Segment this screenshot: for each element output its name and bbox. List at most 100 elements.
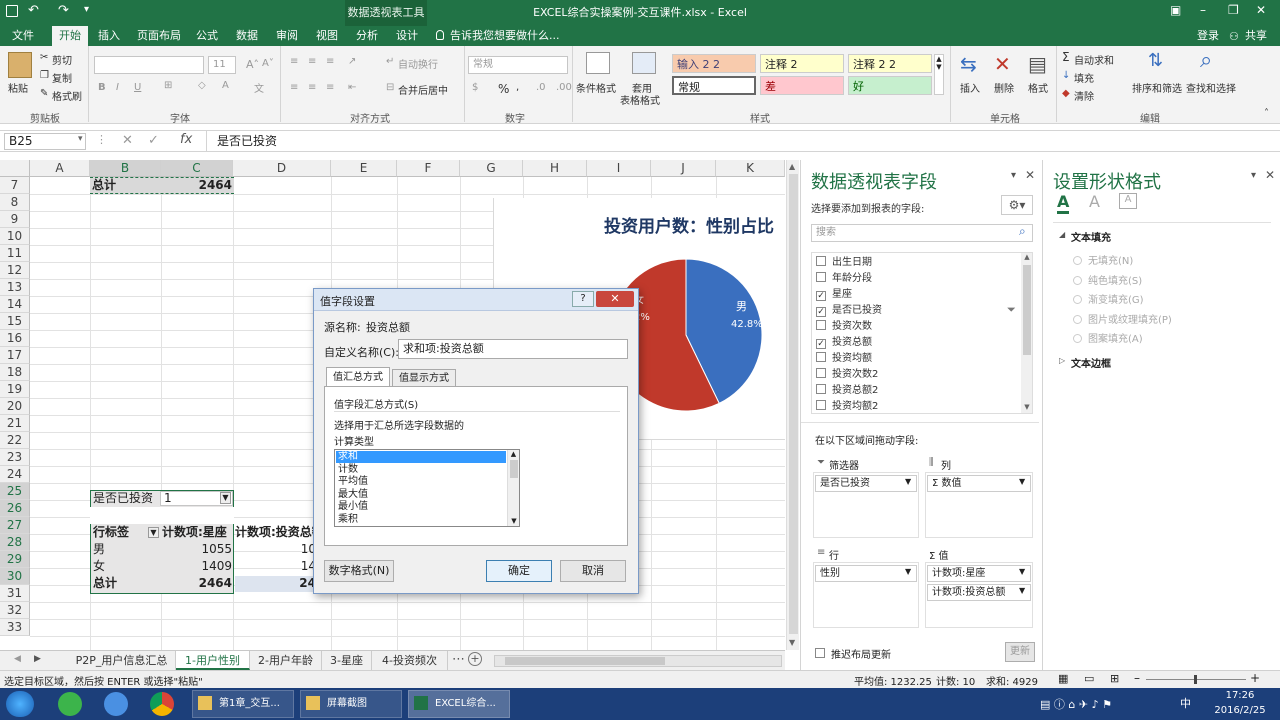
- delete-cells-button[interactable]: 删除: [994, 80, 1014, 95]
- column-header-B[interactable]: B: [90, 160, 161, 177]
- column-header-K[interactable]: K: [716, 160, 785, 177]
- style-input-2-2[interactable]: 输入 2 2: [672, 54, 756, 73]
- tray-icons[interactable]: ▤ ⓘ ⌂ ✈ ♪ ⚑: [1040, 696, 1112, 712]
- orientation-icon[interactable]: ↗: [348, 56, 356, 67]
- custom-name-input[interactable]: 求和项:投资总额: [398, 339, 628, 359]
- row-header-14[interactable]: 14: [0, 296, 30, 313]
- align-middle-icon[interactable]: ≡: [308, 56, 316, 67]
- column-header-A[interactable]: A: [30, 160, 90, 177]
- field-item[interactable]: 出生日期: [816, 255, 872, 271]
- tab-show-values-as[interactable]: 值显示方式: [392, 369, 456, 387]
- row-header-33[interactable]: 33: [0, 619, 30, 636]
- rows-zone-item[interactable]: 性别: [815, 565, 917, 582]
- align-bottom-icon[interactable]: ≡: [326, 56, 334, 67]
- column-header-F[interactable]: F: [397, 160, 460, 177]
- app-icon-blue[interactable]: [104, 692, 128, 716]
- field-checkbox[interactable]: [816, 320, 826, 330]
- start-button[interactable]: [6, 691, 34, 717]
- radio-icon[interactable]: [1073, 314, 1082, 324]
- fill-color-icon[interactable]: ◇: [198, 80, 206, 91]
- row-header-32[interactable]: 32: [0, 602, 30, 619]
- fill-option[interactable]: 无填充(N): [1073, 252, 1133, 267]
- ime-indicator[interactable]: 中: [1180, 695, 1191, 711]
- prev-sheet-icon[interactable]: ◀: [14, 654, 21, 664]
- row-header-25[interactable]: 25: [0, 483, 30, 500]
- dropdown-icon[interactable]: ▼: [905, 567, 911, 576]
- zoom-out-icon[interactable]: –: [1134, 671, 1140, 685]
- style-normal[interactable]: 常规: [672, 76, 756, 95]
- dialog-close-icon[interactable]: ✕: [596, 291, 634, 307]
- row-header-28[interactable]: 28: [0, 534, 30, 551]
- tell-me-box[interactable]: 告诉我您想要做什么...: [450, 26, 560, 46]
- search-icon[interactable]: ⌕: [1019, 224, 1026, 239]
- row-header-11[interactable]: 11: [0, 245, 30, 262]
- conditional-format-icon[interactable]: [586, 52, 610, 74]
- pivot2-col1-header[interactable]: 计数项:星座: [162, 524, 234, 541]
- calc-type-item[interactable]: 计数: [336, 464, 506, 476]
- field-item[interactable]: 年龄分段: [816, 271, 872, 287]
- formula-input[interactable]: 是否已投资: [206, 131, 1266, 151]
- wrap-text-button[interactable]: 自动换行: [398, 56, 438, 71]
- pivot2-total[interactable]: 总计: [93, 575, 153, 592]
- share-button[interactable]: 共享: [1242, 26, 1270, 46]
- select-all-corner[interactable]: [0, 160, 30, 177]
- row-header-31[interactable]: 31: [0, 585, 30, 602]
- pivot2-male[interactable]: 男: [93, 541, 153, 558]
- field-item[interactable]: 投资均额: [816, 351, 872, 367]
- align-top-icon[interactable]: ≡: [290, 56, 298, 67]
- field-item[interactable]: ✓ 星座: [816, 287, 852, 303]
- row-header-10[interactable]: 10: [0, 228, 30, 245]
- update-button[interactable]: 更新: [1005, 642, 1035, 662]
- pivot1-total-label[interactable]: 总计: [92, 177, 152, 194]
- fill-option[interactable]: 渐变填充(G): [1073, 291, 1144, 306]
- font-color-icon[interactable]: A: [222, 80, 229, 91]
- fill-option[interactable]: 图案填充(A): [1073, 330, 1143, 345]
- decrease-decimal-icon[interactable]: .00: [556, 82, 572, 93]
- sort-filter-button[interactable]: 排序和筛选: [1132, 80, 1182, 95]
- defer-update-checkbox[interactable]: [815, 648, 825, 658]
- scroll-down-icon[interactable]: ▼: [789, 638, 795, 647]
- fill-option[interactable]: 纯色填充(S): [1073, 272, 1142, 287]
- bold-icon[interactable]: B: [98, 82, 106, 93]
- collapse-ribbon-icon[interactable]: ˄: [1264, 108, 1269, 119]
- percent-icon[interactable]: %: [498, 82, 509, 96]
- conditional-format-button[interactable]: 条件格式: [576, 80, 616, 95]
- scroll-up-icon[interactable]: ▲: [789, 162, 795, 171]
- zoom-thumb[interactable]: [1194, 675, 1197, 684]
- format-cells-icon[interactable]: ▤: [1028, 52, 1047, 76]
- chrome-icon[interactable]: [150, 692, 174, 716]
- horizontal-scrollbar[interactable]: [494, 655, 782, 667]
- field-search-input[interactable]: 搜索: [811, 224, 1033, 242]
- text-fill-outline-icon[interactable]: A: [1057, 192, 1070, 214]
- chart-title[interactable]: 投资用户数：性别占比: [604, 212, 774, 237]
- style-note-2[interactable]: 注释 2: [760, 54, 844, 73]
- field-checkbox[interactable]: ✓: [816, 307, 826, 317]
- field-checkbox[interactable]: ✓: [816, 291, 826, 301]
- font-size-input[interactable]: 11: [208, 56, 236, 74]
- redo-icon[interactable]: ↷: [58, 3, 69, 18]
- row-header-30[interactable]: 30: [0, 568, 30, 585]
- sheet-tab-zodiac[interactable]: 3-星座: [322, 651, 372, 670]
- row-header-8[interactable]: 8: [0, 194, 30, 211]
- text-border-header[interactable]: 文本边框: [1071, 355, 1111, 370]
- style-bad[interactable]: 差: [760, 76, 844, 95]
- customize-qat-icon[interactable]: ▾: [84, 4, 89, 15]
- tab-view[interactable]: 视图: [310, 26, 344, 46]
- column-header-H[interactable]: H: [523, 160, 587, 177]
- clock-time[interactable]: 17:26: [1214, 690, 1266, 701]
- dropdown-icon[interactable]: ▼: [905, 477, 911, 486]
- pane-close-icon[interactable]: ✕: [1265, 168, 1275, 182]
- page-break-view-icon[interactable]: ⊞: [1110, 672, 1119, 685]
- calc-type-list[interactable]: 求和 计数 平均值 最大值 最小值 乘积 ▲ ▼: [334, 449, 520, 527]
- field-checkbox[interactable]: ✓: [816, 339, 826, 349]
- delete-cells-icon[interactable]: ✕: [994, 52, 1011, 76]
- cut-button[interactable]: 剪切: [52, 52, 72, 67]
- values-zone-item-1[interactable]: 计数项:星座: [927, 565, 1031, 582]
- row-header-19[interactable]: 19: [0, 381, 30, 398]
- calc-type-item[interactable]: 最小值: [336, 501, 506, 513]
- enter-formula-icon[interactable]: ✓: [148, 133, 159, 148]
- column-header-C[interactable]: C: [161, 160, 233, 177]
- pivot2-total-v1[interactable]: 2464: [160, 575, 232, 592]
- next-sheet-icon[interactable]: ▶: [34, 654, 41, 664]
- gear-icon[interactable]: ⚙▾: [1001, 195, 1033, 215]
